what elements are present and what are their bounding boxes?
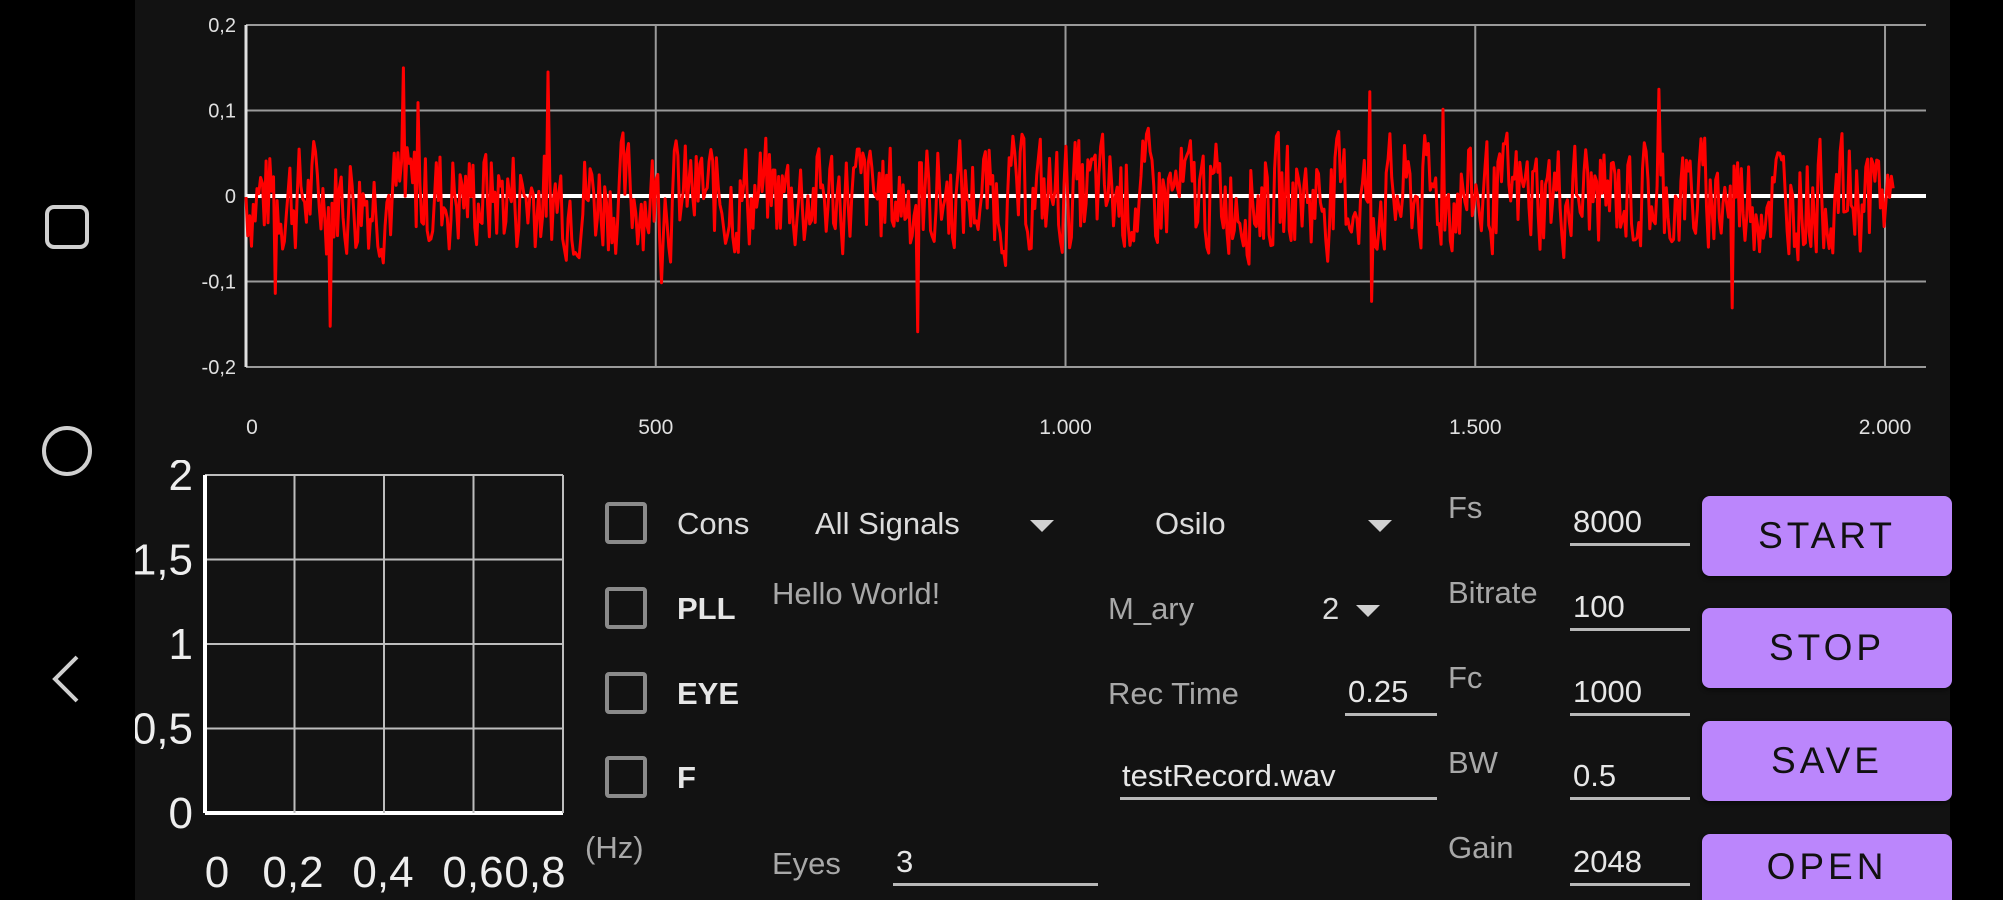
- save-button[interactable]: SAVE: [1702, 721, 1952, 801]
- x-tick-label: 0,2: [262, 848, 323, 897]
- chevron-down-icon: [1368, 520, 1392, 532]
- eye-label: EYE: [677, 676, 740, 711]
- oscilloscope-chart: 0,2 0,1 0 -0,1 -0,2 0 500 1.000 1.500 2.000: [202, 15, 1926, 439]
- signals-dropdown-value: All Signals: [815, 506, 960, 541]
- y-tick-label: 0,5: [135, 705, 193, 754]
- bw-input[interactable]: 0.5: [1570, 758, 1690, 800]
- eye-checkbox[interactable]: [605, 672, 647, 714]
- y-tick-label: 0,1: [208, 101, 236, 123]
- f-label: F: [677, 760, 696, 795]
- bw-label: BW: [1448, 745, 1498, 780]
- cons-label: Cons: [677, 506, 750, 541]
- x-tick-label: 0,4: [352, 848, 413, 897]
- y-tick-label: 0: [169, 789, 193, 838]
- f-checkbox[interactable]: [605, 756, 647, 798]
- fc-input[interactable]: 1000: [1570, 674, 1690, 716]
- small-chart-x-ticks: 0 0,2 0,4 0,6 0,8: [205, 848, 566, 897]
- x-tick-label: 0: [246, 416, 258, 439]
- eyes-input[interactable]: 3: [893, 844, 1098, 886]
- bitrate-label: Bitrate: [1448, 575, 1538, 610]
- rec-time-label: Rec Time: [1108, 676, 1239, 711]
- hello-text: Hello World!: [772, 576, 941, 611]
- back-chevron-left-icon[interactable]: [38, 650, 96, 708]
- y-tick-label: -0,1: [202, 272, 236, 294]
- x-tick-label: 0,6: [442, 848, 503, 897]
- chevron-down-icon: [1030, 520, 1054, 532]
- hz-label: (Hz): [585, 830, 644, 865]
- small-chart-grid: [203, 474, 564, 815]
- y-tick-label: 1: [169, 620, 193, 669]
- oscilloscope-x-ticks: 0 500 1.000 1.500 2.000: [246, 416, 1911, 439]
- mode-dropdown-value: Osilo: [1155, 506, 1226, 541]
- fc-label: Fc: [1448, 660, 1483, 695]
- chevron-down-icon: [1356, 605, 1380, 617]
- y-tick-label: 0: [225, 186, 236, 208]
- x-tick-label: 0: [205, 848, 229, 897]
- oscilloscope-y-ticks: 0,2 0,1 0 -0,1 -0,2: [202, 15, 236, 379]
- pll-label: PLL: [677, 591, 736, 626]
- y-tick-label: 1,5: [135, 536, 193, 585]
- y-tick-label: -0,2: [202, 357, 236, 379]
- rec-time-input[interactable]: 0.25: [1345, 674, 1437, 716]
- cons-checkbox[interactable]: [605, 502, 647, 544]
- y-tick-label: 2: [169, 460, 193, 500]
- signals-dropdown[interactable]: All Signals: [815, 500, 1060, 552]
- file-name-input[interactable]: testRecord.wav: [1120, 758, 1437, 800]
- bitrate-input[interactable]: 100: [1570, 589, 1690, 631]
- x-tick-label: 1.000: [1039, 416, 1092, 439]
- m-ary-dropdown[interactable]: 2: [1318, 585, 1388, 637]
- x-tick-label: 500: [638, 416, 673, 439]
- x-tick-label: 2.000: [1859, 416, 1912, 439]
- small-chart-y-ticks: 2 1,5 1 0,5 0: [135, 460, 193, 838]
- x-tick-label: 1.500: [1449, 416, 1502, 439]
- x-tick-label: 0,8: [504, 848, 565, 897]
- open-button[interactable]: OPEN: [1702, 834, 1952, 900]
- m-ary-dropdown-value: 2: [1322, 591, 1340, 626]
- small-chart: 2 1,5 1 0,5 0 0 0,2 0,4 0,6 0,8: [135, 460, 566, 897]
- gain-input[interactable]: 2048: [1570, 844, 1690, 886]
- gain-label: Gain: [1448, 830, 1514, 865]
- m-ary-label: M_ary: [1108, 591, 1195, 626]
- mode-dropdown[interactable]: Osilo: [1150, 500, 1395, 552]
- signal-series: [244, 66, 1895, 334]
- start-button[interactable]: START: [1702, 496, 1952, 576]
- y-tick-label: 0,2: [208, 15, 236, 37]
- eyes-label: Eyes: [772, 846, 841, 881]
- pll-checkbox[interactable]: [605, 587, 647, 629]
- fs-label: Fs: [1448, 490, 1483, 525]
- fs-input[interactable]: 8000: [1570, 504, 1690, 546]
- stop-button[interactable]: STOP: [1702, 608, 1952, 688]
